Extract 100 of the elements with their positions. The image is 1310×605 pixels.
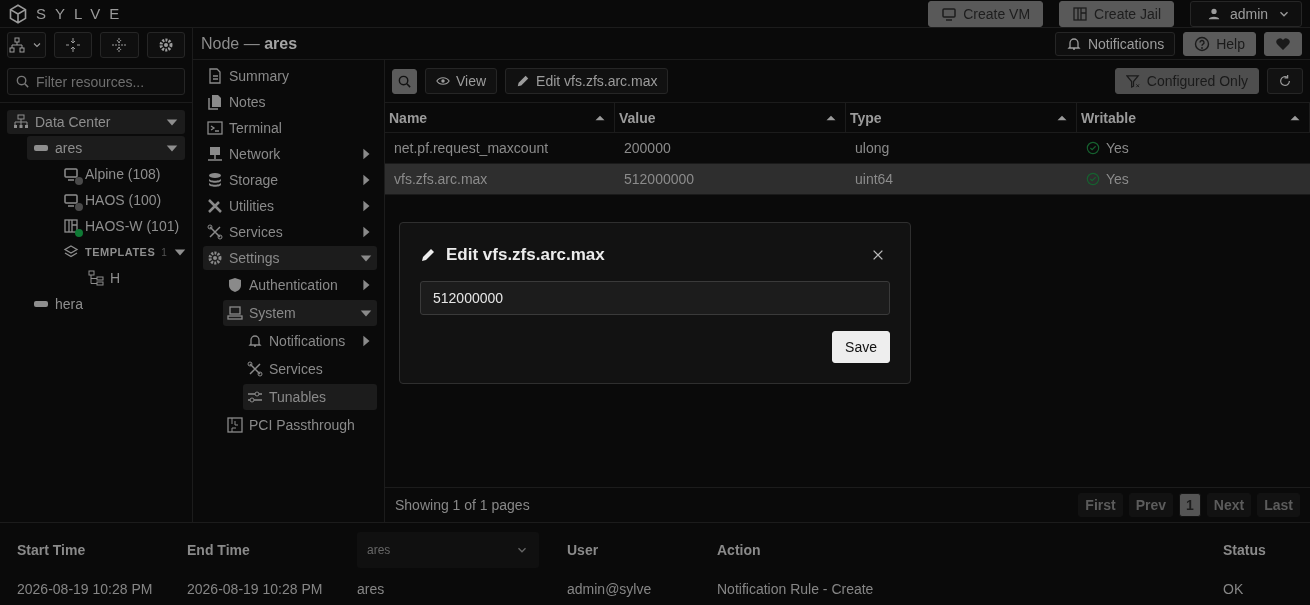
- table-cell-text: OK: [1223, 580, 1245, 599]
- filter-field[interactable]: Filter resources...: [7, 68, 185, 95]
- collapse-button[interactable]: [100, 32, 139, 58]
- table-cell: vfs.zfs.arc.max: [385, 164, 615, 195]
- nav-item[interactable]: Services: [203, 220, 377, 244]
- count-label: 1: [161, 246, 167, 258]
- table-cell-text: 2026-08-19 10:28 PM: [17, 580, 154, 599]
- expand-button[interactable]: [53, 32, 92, 58]
- tree-item[interactable]: HAOS-W (101): [57, 214, 185, 238]
- column-header[interactable]: Value: [615, 103, 846, 133]
- column-header: End Time: [187, 541, 251, 560]
- nav-item[interactable]: Settings: [203, 246, 377, 270]
- services-icon: [207, 224, 223, 240]
- bell-icon: [1065, 35, 1082, 52]
- column-header: Status: [1223, 541, 1267, 560]
- check-icon: [1086, 141, 1100, 155]
- dialog-title: Edit vfs.zfs.arc.max: [446, 245, 606, 265]
- toolbar-button[interactable]: Edit vfs.zfs.arc.max: [505, 68, 669, 94]
- settings-icon: [157, 37, 174, 53]
- tree-item[interactable]: H: [82, 266, 185, 290]
- monitor-icon: [63, 166, 79, 182]
- nav-item[interactable]: Notes: [203, 90, 377, 114]
- laptop-icon: [227, 305, 243, 321]
- jail-icon: [1072, 5, 1089, 22]
- search-icon: [15, 74, 30, 89]
- table-cell-text: Notification Rule - Create: [717, 580, 875, 599]
- user-menu[interactable]: admin: [1190, 0, 1302, 27]
- group-label: TEMPLATES: [85, 246, 156, 258]
- table-cell: Yes: [1077, 164, 1310, 195]
- toolbar-button[interactable]: View: [425, 68, 498, 94]
- tree-label: ares: [55, 140, 84, 156]
- tree-item[interactable]: Data Center: [7, 110, 185, 134]
- table-cell: uint64: [846, 164, 1077, 195]
- expand-icon: [64, 37, 81, 53]
- cube-logo-icon: [8, 3, 28, 24]
- column-header[interactable]: Writable: [1077, 103, 1310, 133]
- nav-item[interactable]: Network: [203, 142, 377, 166]
- tree-item[interactable]: hera: [27, 292, 185, 316]
- filter-icon: [1125, 73, 1141, 89]
- tree-item[interactable]: HAOS (100): [57, 188, 185, 212]
- collapse-icon: [111, 37, 128, 53]
- table-cell-text: ares: [357, 580, 386, 599]
- template-icon: [88, 270, 104, 286]
- search-button[interactable]: [392, 68, 417, 94]
- user-icon: [1207, 6, 1221, 21]
- save-button[interactable]: Save: [832, 331, 890, 363]
- nav-item[interactable]: PCI Passthrough: [223, 412, 377, 438]
- nav-item[interactable]: Authentication: [223, 272, 377, 298]
- nav-item[interactable]: Summary: [203, 64, 377, 88]
- nav-item[interactable]: Tunables: [243, 384, 377, 410]
- nav-item[interactable]: Storage: [203, 168, 377, 192]
- tree-item[interactable]: Alpine (108): [57, 162, 185, 186]
- network-icon: [207, 146, 223, 162]
- document-icon: [207, 68, 223, 84]
- refresh-icon: [1278, 74, 1292, 88]
- bell-icon: [247, 333, 263, 349]
- shield-icon: [227, 277, 243, 293]
- monitor-icon: [63, 192, 79, 208]
- column-header[interactable]: Type: [846, 103, 1077, 133]
- monitor-icon: [941, 5, 958, 22]
- help-icon: [1194, 35, 1211, 52]
- settings-icon: [207, 250, 223, 266]
- tree-label: H: [110, 270, 122, 286]
- tools-icon: [207, 198, 223, 214]
- database-icon: [207, 172, 223, 188]
- tree-label: Data Center: [35, 114, 112, 130]
- tree-label: hera: [55, 296, 85, 312]
- tree-label: HAOS-W (101): [85, 218, 180, 234]
- nav-item[interactable]: Notifications: [243, 328, 377, 354]
- nav-item[interactable]: System: [223, 300, 377, 326]
- jail-icon: [63, 218, 79, 234]
- tree-item[interactable]: TEMPLATES 1: [57, 240, 185, 264]
- nav-item[interactable]: Terminal: [203, 116, 377, 140]
- notes-icon: [207, 94, 223, 110]
- nav-item[interactable]: Utilities: [203, 194, 377, 218]
- node-select[interactable]: ares: [357, 532, 539, 568]
- circuit-icon: [227, 417, 243, 433]
- tree-label: HAOS (100): [85, 192, 163, 208]
- pencil-icon: [516, 74, 531, 88]
- value-field[interactable]: 512000000: [420, 281, 890, 315]
- settings-button[interactable]: [146, 32, 185, 58]
- column-header: User: [567, 541, 600, 560]
- column-header[interactable]: Name: [385, 103, 615, 133]
- datacenter-icon: [13, 114, 29, 130]
- nav-item[interactable]: Services: [243, 356, 377, 382]
- favorite-button[interactable]: [1264, 31, 1302, 56]
- page-summary: Showing 1 of 1 pages: [395, 497, 531, 513]
- refresh-button[interactable]: [1267, 68, 1303, 94]
- pencil-icon: [420, 247, 436, 263]
- check-icon: [1086, 172, 1100, 186]
- heart-icon: [1275, 35, 1291, 52]
- sliders-icon: [247, 389, 263, 405]
- notifications-button[interactable]: Notifications: [1054, 31, 1176, 56]
- search-icon: [397, 73, 412, 89]
- page-title: Node — ares: [201, 34, 299, 53]
- layers-icon: [63, 244, 79, 260]
- eye-icon: [436, 74, 450, 88]
- column-header: Start Time: [17, 541, 87, 560]
- tree-view-button[interactable]: [7, 32, 46, 58]
- tree-item[interactable]: ares: [27, 136, 185, 160]
